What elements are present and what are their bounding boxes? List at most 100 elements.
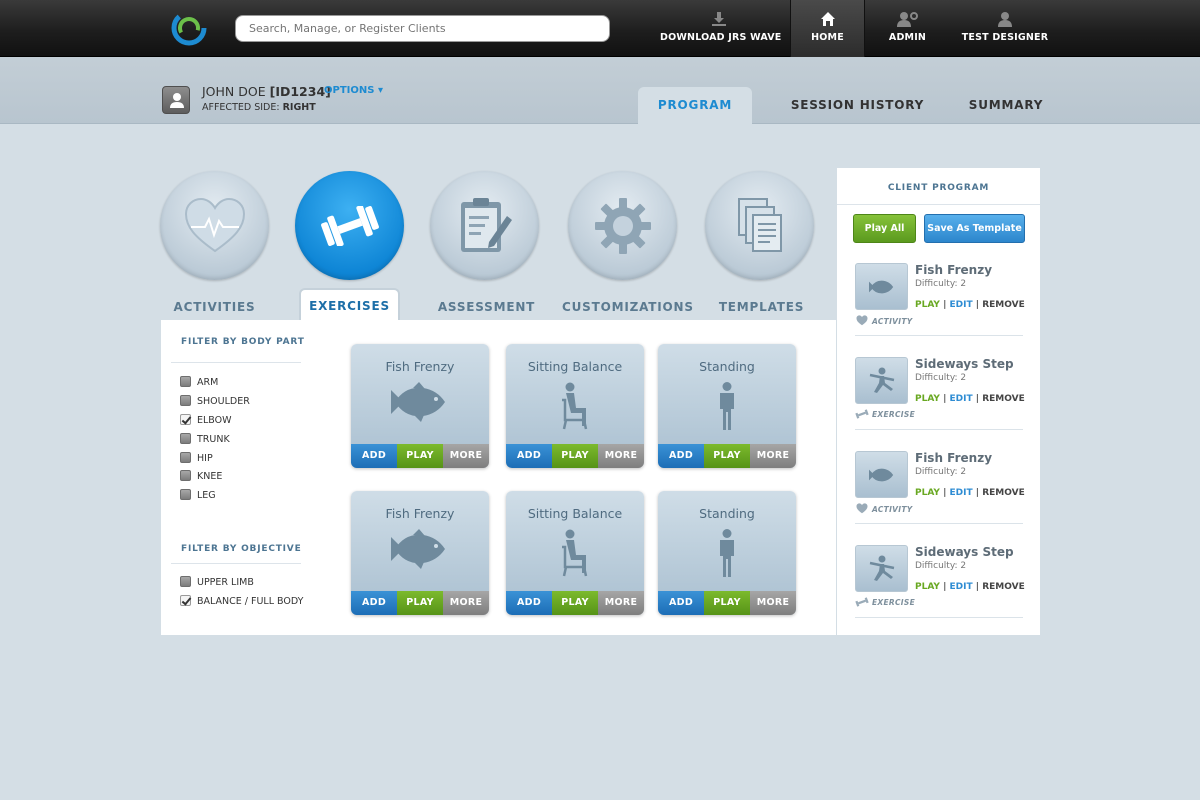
standing-person-icon (720, 529, 734, 577)
program-item-difficulty: Difficulty: 2 (915, 279, 967, 289)
play-link[interactable]: PLAY (915, 582, 940, 592)
checkbox-checked[interactable] (180, 414, 191, 425)
remove-link[interactable]: REMOVE (982, 300, 1025, 310)
nav-admin[interactable]: ADMIN (875, 0, 940, 57)
options-dropdown[interactable]: OPTIONS ▾ (324, 85, 383, 96)
more-button[interactable]: MORE (443, 591, 489, 615)
play-button[interactable]: PLAY (704, 591, 750, 615)
dumbbell-icon (855, 409, 869, 419)
add-button[interactable]: ADD (351, 444, 397, 468)
checkbox[interactable] (180, 576, 191, 587)
tab-session-history[interactable]: SESSION HISTORY (785, 87, 930, 124)
tab-summary[interactable]: SUMMARY (962, 87, 1050, 124)
exercise-card[interactable]: Fish Frenzy ADD PLAY MORE (351, 344, 489, 468)
exercise-card[interactable]: Fish Frenzy ADD PLAY MORE (351, 491, 489, 615)
program-item-thumbnail[interactable] (855, 451, 908, 498)
play-link[interactable]: PLAY (915, 488, 940, 498)
exercise-card[interactable]: Sitting Balance ADD PLAY MORE (506, 491, 644, 615)
nav-test-designer[interactable]: TEST DESIGNER (955, 0, 1055, 57)
checkbox-label: LEG (197, 490, 216, 501)
filter-shoulder-checkbox[interactable]: SHOULDER (180, 395, 250, 409)
admin-icon (896, 12, 918, 27)
gear-icon (594, 197, 651, 254)
card-actions: ADD PLAY MORE (658, 444, 796, 468)
program-item-thumbnail[interactable] (855, 263, 908, 310)
remove-link[interactable]: REMOVE (982, 488, 1025, 498)
edit-link[interactable]: EDIT (950, 394, 973, 404)
more-button[interactable]: MORE (750, 591, 796, 615)
category-label-exercises[interactable]: EXERCISES (299, 288, 400, 320)
play-button[interactable]: PLAY (552, 444, 598, 468)
category-customizations-button[interactable] (568, 171, 677, 280)
nav-home[interactable]: HOME (790, 0, 865, 57)
more-button[interactable]: MORE (598, 444, 644, 468)
category-label-customizations[interactable]: CUSTOMIZATIONS (562, 298, 693, 320)
standing-person-icon (720, 382, 734, 430)
play-all-button[interactable]: Play All (853, 214, 916, 243)
checkbox[interactable] (180, 452, 191, 463)
program-item-difficulty: Difficulty: 2 (915, 561, 967, 571)
category-label-activities[interactable]: ACTIVITIES (160, 298, 269, 320)
add-button[interactable]: ADD (506, 591, 552, 615)
play-button[interactable]: PLAY (704, 444, 750, 468)
filter-body-part-title: FILTER BY BODY PART (181, 337, 305, 347)
filter-leg-checkbox[interactable]: LEG (180, 489, 216, 503)
filter-elbow-checkbox[interactable]: ELBOW (180, 414, 232, 428)
affected-side: AFFECTED SIDE: RIGHT (202, 102, 316, 113)
checkbox[interactable] (180, 433, 191, 444)
nav-download-jrs-wave[interactable]: DOWNLOAD JRS WAVE (660, 0, 781, 57)
nav-label: HOME (811, 32, 844, 43)
filter-hip-checkbox[interactable]: HIP (180, 452, 213, 466)
edit-link[interactable]: EDIT (950, 300, 973, 310)
category-assessment-button[interactable] (430, 171, 539, 280)
play-button[interactable]: PLAY (397, 591, 443, 615)
search-input[interactable] (235, 15, 610, 42)
lunge-person-icon (869, 367, 894, 393)
category-templates-button[interactable] (705, 171, 814, 280)
more-button[interactable]: MORE (443, 444, 489, 468)
program-item-name: Fish Frenzy (915, 263, 993, 277)
exercise-card[interactable]: Sitting Balance ADD PLAY MORE (506, 344, 644, 468)
checkbox[interactable] (180, 395, 191, 406)
filter-knee-checkbox[interactable]: KNEE (180, 470, 222, 484)
remove-link[interactable]: REMOVE (982, 582, 1025, 592)
play-link[interactable]: PLAY (915, 394, 940, 404)
edit-link[interactable]: EDIT (950, 488, 973, 498)
program-item-type: ACTIVITY (855, 315, 913, 326)
avatar[interactable] (162, 86, 190, 114)
filter-trunk-checkbox[interactable]: TRUNK (180, 433, 230, 447)
play-button[interactable]: PLAY (552, 591, 598, 615)
program-item-thumbnail[interactable] (855, 357, 908, 404)
checkbox[interactable] (180, 470, 191, 481)
category-activities-button[interactable] (160, 171, 269, 280)
play-button[interactable]: PLAY (397, 444, 443, 468)
lunge-person-icon (869, 555, 894, 581)
category-exercises-button[interactable] (295, 171, 404, 280)
filter-arm-checkbox[interactable]: ARM (180, 376, 218, 390)
category-label-assessment[interactable]: ASSESSMENT (430, 298, 543, 320)
checkbox[interactable] (180, 376, 191, 387)
add-button[interactable]: ADD (351, 591, 397, 615)
card-actions: ADD PLAY MORE (506, 444, 644, 468)
filter-upper-limb-checkbox[interactable]: UPPER LIMB (180, 576, 254, 590)
checkbox-checked[interactable] (180, 595, 191, 606)
exercise-card[interactable]: Standing ADD PLAY MORE (658, 491, 796, 615)
edit-link[interactable]: EDIT (950, 582, 973, 592)
more-button[interactable]: MORE (750, 444, 796, 468)
save-as-template-button[interactable]: Save As Template (924, 214, 1025, 243)
program-item-type: ACTIVITY (855, 503, 913, 514)
add-button[interactable]: ADD (658, 444, 704, 468)
remove-link[interactable]: REMOVE (982, 394, 1025, 404)
add-button[interactable]: ADD (506, 444, 552, 468)
exercise-card[interactable]: Standing ADD PLAY MORE (658, 344, 796, 468)
play-link[interactable]: PLAY (915, 300, 940, 310)
logo[interactable] (170, 9, 208, 47)
add-button[interactable]: ADD (658, 591, 704, 615)
tab-program[interactable]: PROGRAM (638, 87, 752, 124)
checkbox-label: SHOULDER (197, 396, 250, 407)
filter-balance-full-body-checkbox[interactable]: BALANCE / FULL BODY (180, 595, 303, 609)
checkbox[interactable] (180, 489, 191, 500)
more-button[interactable]: MORE (598, 591, 644, 615)
category-label-templates[interactable]: TEMPLATES (705, 298, 818, 320)
program-item-thumbnail[interactable] (855, 545, 908, 592)
